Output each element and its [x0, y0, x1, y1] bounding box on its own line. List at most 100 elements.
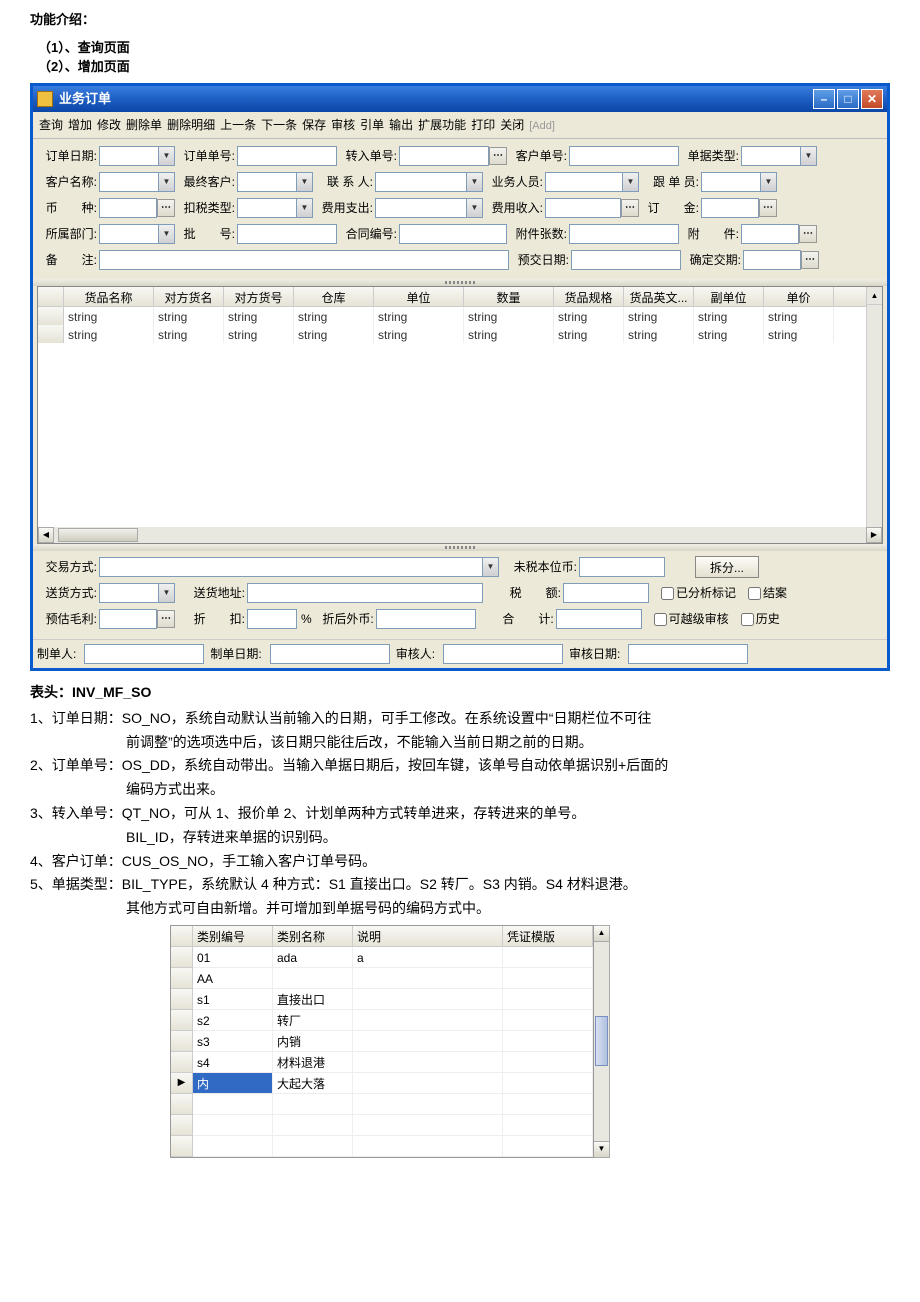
closed-check[interactable]: 结案	[748, 584, 787, 602]
dropdown-icon[interactable]: ▼	[158, 147, 174, 165]
cust-no-field[interactable]	[569, 146, 679, 166]
grid-col-header[interactable]: 货品英文...	[624, 287, 694, 306]
toolbar-增加[interactable]: 增加	[68, 118, 92, 132]
subgrid-col-header[interactable]: 凭证模版	[503, 926, 593, 947]
subgrid-cell[interactable]	[503, 1094, 593, 1115]
toolbar-关闭[interactable]: 关闭	[500, 118, 524, 132]
grid-col-header[interactable]: 货品名称	[64, 287, 154, 306]
subgrid-cell[interactable]: s4	[193, 1052, 273, 1073]
table-row[interactable]: stringstringstringstringstringstringstri…	[38, 325, 866, 343]
grid-col-header[interactable]: 仓库	[294, 287, 374, 306]
subgrid-cell[interactable]	[273, 1115, 353, 1136]
dropdown-icon[interactable]: ▼	[158, 225, 174, 243]
contact-field[interactable]: ▼	[375, 172, 483, 192]
ship-mode-field[interactable]: ▼	[99, 583, 175, 603]
grid-cell[interactable]: string	[154, 307, 224, 325]
splitter-top[interactable]	[33, 279, 887, 286]
cust-name-field[interactable]: ▼	[99, 172, 175, 192]
tracker-field[interactable]: ▼	[701, 172, 777, 192]
subgrid-cell[interactable]	[353, 989, 503, 1010]
subgrid-cell[interactable]	[353, 1052, 503, 1073]
toolbar-输出[interactable]: 输出	[389, 118, 413, 132]
subgrid-cell[interactable]: AA	[193, 968, 273, 989]
discount-field[interactable]	[247, 609, 297, 629]
grid-cell[interactable]: string	[764, 307, 834, 325]
history-check[interactable]: 历史	[741, 610, 780, 628]
attach-lookup[interactable]: ⋯	[799, 225, 817, 243]
dropdown-icon[interactable]: ▼	[622, 173, 638, 191]
grid-vscroll[interactable]: ▲	[866, 287, 882, 527]
tax-type-field[interactable]: ▼	[237, 198, 313, 218]
subgrid-cell[interactable]: 内销	[273, 1031, 353, 1052]
toolbar-修改[interactable]: 修改	[97, 118, 121, 132]
subgrid-cell[interactable]	[503, 1136, 593, 1157]
gross-field[interactable]	[99, 609, 157, 629]
grid-cell[interactable]: string	[624, 307, 694, 325]
subgrid-cell[interactable]	[353, 1031, 503, 1052]
pre-delivery-field[interactable]	[571, 250, 681, 270]
toolbar-查询[interactable]: 查询	[39, 118, 63, 132]
currency-field[interactable]	[99, 198, 157, 218]
subgrid-cell[interactable]: a	[353, 947, 503, 968]
dropdown-icon[interactable]: ▼	[760, 173, 776, 191]
subgrid-cell[interactable]	[353, 1010, 503, 1031]
splitter-bottom[interactable]	[33, 544, 887, 551]
dropdown-icon[interactable]: ▼	[158, 173, 174, 191]
subgrid-col-header[interactable]: 说明	[353, 926, 503, 947]
expense-in-lookup[interactable]: ⋯	[621, 199, 639, 217]
grid-col-header[interactable]: 单位	[374, 287, 464, 306]
table-row[interactable]	[171, 1115, 593, 1136]
table-row[interactable]	[171, 1094, 593, 1115]
toolbar-下一条[interactable]: 下一条	[261, 118, 297, 132]
subgrid-cell[interactable]	[503, 1073, 593, 1094]
tax-amount-field[interactable]	[563, 583, 649, 603]
gross-lookup[interactable]: ⋯	[157, 610, 175, 628]
maximize-button[interactable]: □	[837, 89, 859, 109]
subgrid-cell[interactable]	[503, 1052, 593, 1073]
order-no-field[interactable]	[237, 146, 337, 166]
scroll-down-icon[interactable]: ▼	[594, 1141, 609, 1157]
grid-col-header[interactable]: 货品规格	[554, 287, 624, 306]
transfer-no-field[interactable]	[399, 146, 489, 166]
deposit-field[interactable]	[701, 198, 759, 218]
table-row[interactable]: stringstringstringstringstringstringstri…	[38, 307, 866, 325]
confirm-delivery-field[interactable]	[743, 250, 801, 270]
attach-count-field[interactable]	[569, 224, 679, 244]
toolbar-打印[interactable]: 打印	[471, 118, 495, 132]
subgrid-cell[interactable]	[353, 1115, 503, 1136]
grid-cell[interactable]: string	[464, 307, 554, 325]
toolbar-保存[interactable]: 保存	[302, 118, 326, 132]
analyzed-check[interactable]: 已分析标记	[661, 584, 736, 602]
grid-hscroll[interactable]: ◀ ▶	[38, 527, 882, 543]
trade-mode-field[interactable]: ▼	[99, 557, 499, 577]
grid-cell[interactable]: string	[294, 325, 374, 343]
subgrid-col-header[interactable]: 类别编号	[193, 926, 273, 947]
table-row[interactable]: s4材料退港	[171, 1052, 593, 1073]
grid-cell[interactable]: string	[374, 307, 464, 325]
subgrid-cell[interactable]	[503, 947, 593, 968]
dropdown-icon[interactable]: ▼	[482, 558, 498, 576]
subgrid-cell[interactable]	[503, 1010, 593, 1031]
currency-lookup[interactable]: ⋯	[157, 199, 175, 217]
table-row[interactable]: ▶内大起大落	[171, 1073, 593, 1094]
toolbar-审核[interactable]: 审核	[331, 118, 355, 132]
dropdown-icon[interactable]: ▼	[466, 199, 482, 217]
confirm-delivery-lookup[interactable]: ⋯	[801, 251, 819, 269]
end-cust-field[interactable]: ▼	[237, 172, 313, 192]
type-grid[interactable]: 类别编号类别名称说明凭证模版 01adaaAAs1直接出口s2转厂s3内销s4材…	[170, 925, 594, 1158]
subgrid-cell[interactable]: 01	[193, 947, 273, 968]
grid-cell[interactable]: string	[554, 307, 624, 325]
toolbar-扩展功能[interactable]: 扩展功能	[418, 118, 466, 132]
order-date-field[interactable]: ▼	[99, 146, 175, 166]
subgrid-cell[interactable]	[353, 968, 503, 989]
split-button[interactable]: 拆分...	[695, 556, 759, 578]
subgrid-cell[interactable]	[353, 1136, 503, 1157]
subgrid-cell[interactable]	[353, 1094, 503, 1115]
dropdown-icon[interactable]: ▼	[296, 173, 312, 191]
close-button[interactable]: ✕	[861, 89, 883, 109]
scroll-thumb[interactable]	[595, 1016, 608, 1066]
grid-cell[interactable]: string	[154, 325, 224, 343]
grid-col-header[interactable]: 数量	[464, 287, 554, 306]
grid-col-header[interactable]: 副单位	[694, 287, 764, 306]
ship-addr-field[interactable]	[247, 583, 483, 603]
